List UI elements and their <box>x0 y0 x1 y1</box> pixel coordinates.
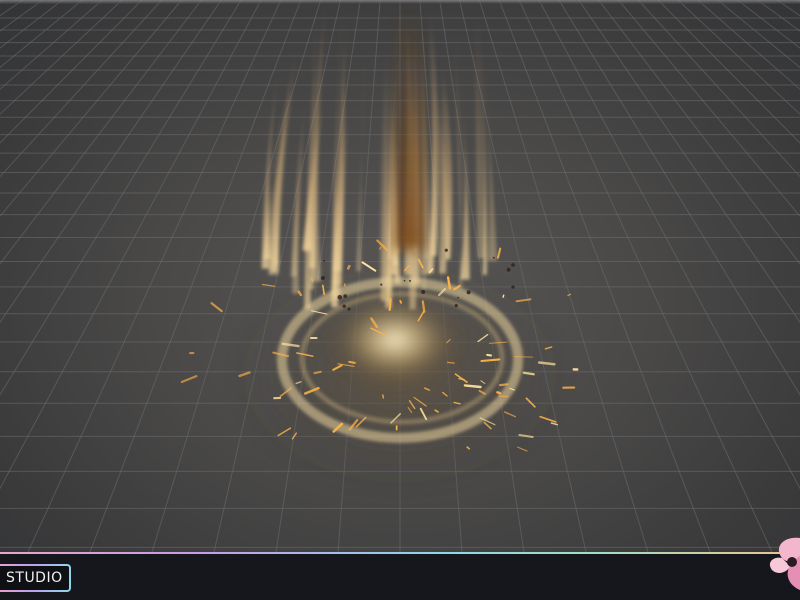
bottom-bar: STUDIO <box>0 552 800 600</box>
debris-particle <box>457 296 459 299</box>
flame-streak <box>356 9 367 272</box>
spark <box>499 383 509 387</box>
debris-particle <box>506 267 511 272</box>
debris-particle <box>337 295 343 300</box>
spark <box>180 375 198 384</box>
impact-glow <box>325 292 465 388</box>
debris-particle <box>380 283 383 286</box>
debris-particle <box>492 256 495 259</box>
debris-particle <box>343 294 348 298</box>
spark <box>522 371 535 376</box>
spark <box>313 370 322 375</box>
petal-logo-icon <box>769 537 800 590</box>
spark <box>513 356 533 358</box>
spark <box>388 298 392 311</box>
spark <box>498 395 509 398</box>
game-screen: STUDIO <box>0 0 800 600</box>
studio-badge: STUDIO <box>0 564 71 592</box>
spark <box>210 302 223 313</box>
debris-particle <box>511 263 515 267</box>
flame-core-column <box>394 0 425 250</box>
spark <box>567 293 572 297</box>
debris-particle <box>403 279 406 282</box>
debris-particle <box>347 307 351 311</box>
spark <box>502 294 505 298</box>
debris-particle <box>409 279 411 282</box>
debris-particle <box>511 285 515 289</box>
debris-particle <box>342 304 346 308</box>
spark <box>421 300 426 313</box>
spark <box>382 394 385 399</box>
spark <box>261 283 276 287</box>
spark <box>346 264 351 270</box>
spark <box>463 384 482 389</box>
spark <box>379 246 382 250</box>
ground-burst-effect <box>180 0 579 490</box>
debris-particle <box>454 304 458 308</box>
flame-streak <box>453 32 463 289</box>
debris-particle <box>444 248 448 252</box>
viewport-top-edge <box>0 0 800 4</box>
spark <box>447 361 455 364</box>
spark <box>496 247 502 259</box>
accent-line <box>0 552 800 554</box>
studio-label: STUDIO <box>6 570 63 586</box>
debris-particle <box>320 276 325 280</box>
spark <box>348 360 356 364</box>
debris-particle <box>323 260 325 262</box>
scene-viewport[interactable] <box>0 0 800 552</box>
debris-particle <box>466 290 471 295</box>
debris-particle <box>421 290 426 294</box>
spark <box>399 299 403 304</box>
spark <box>496 391 502 395</box>
spark <box>486 353 493 357</box>
